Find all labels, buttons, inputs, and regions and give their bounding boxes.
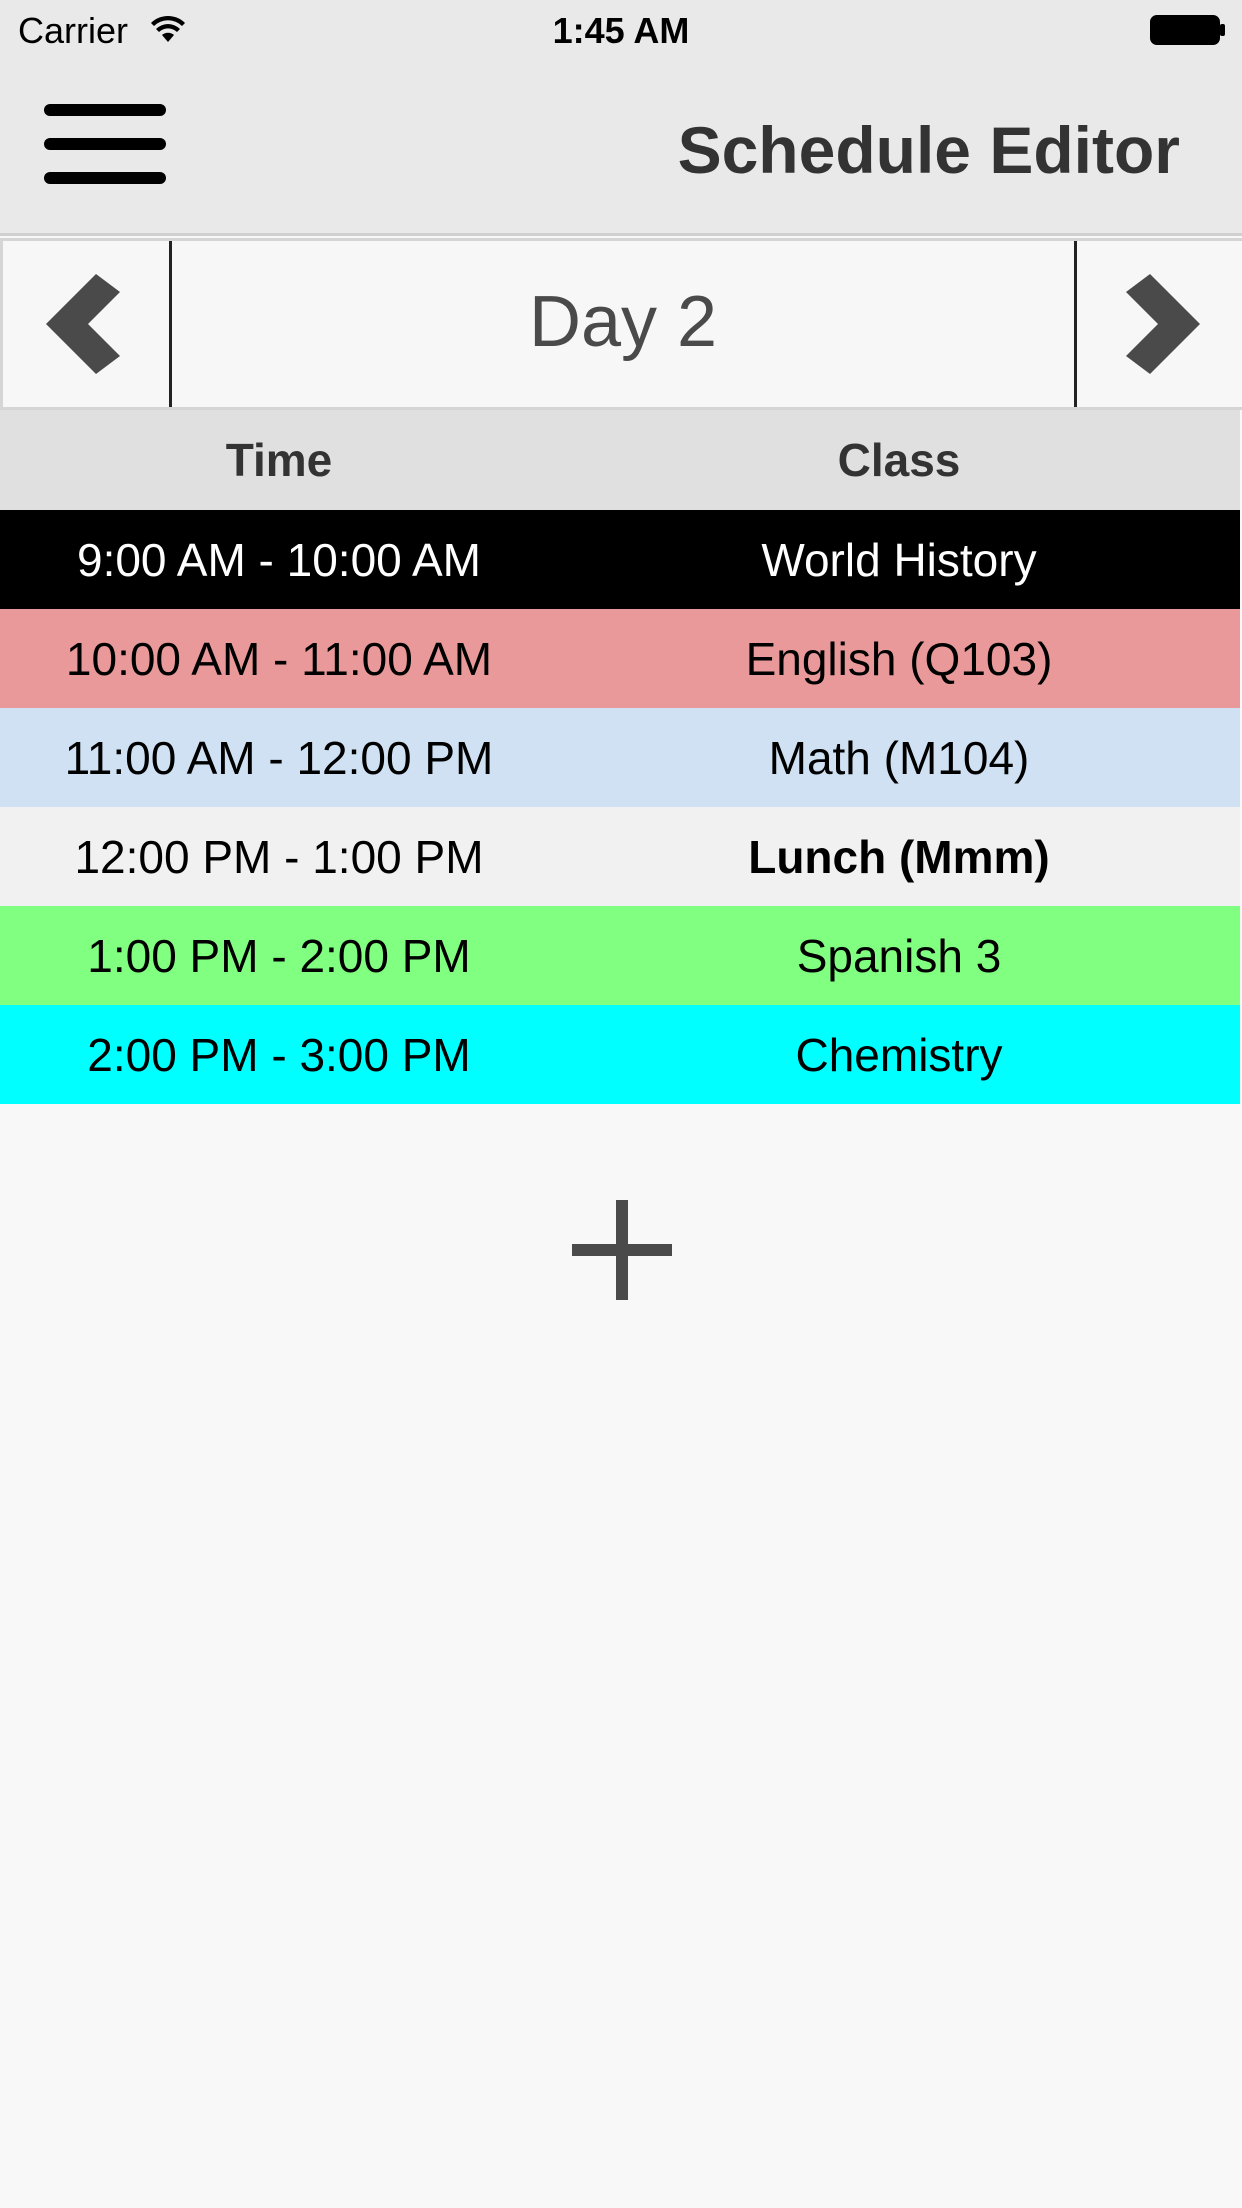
chevron-right-icon: [1125, 274, 1200, 374]
next-day-button[interactable]: [1074, 241, 1242, 407]
time-cell: 10:00 AM - 11:00 AM: [65, 632, 493, 685]
table-row[interactable]: 11:00 AM - 12:00 PM Math (M104): [0, 708, 1240, 807]
class-cell: English (Q103): [745, 632, 1053, 685]
plus-icon: [572, 1200, 672, 1300]
previous-day-button[interactable]: [0, 241, 172, 407]
table-row[interactable]: 12:00 PM - 1:00 PM Lunch (Mmm): [0, 807, 1240, 906]
table-row[interactable]: 2:00 PM - 3:00 PM Chemistry: [0, 1005, 1240, 1104]
class-cell: Spanish 3: [796, 929, 1002, 982]
nav-bar: Schedule Editor: [0, 60, 1242, 236]
class-cell: Math (M104): [768, 731, 1030, 784]
chevron-left-icon: [46, 274, 120, 374]
day-navigator: Day 2: [0, 238, 1242, 410]
time-column-header: Time: [225, 434, 333, 486]
add-class-button[interactable]: [572, 1200, 672, 1300]
status-time: 1:45 AM: [552, 10, 690, 51]
day-label: Day 2: [528, 282, 718, 362]
table-header: Time Class: [0, 410, 1240, 510]
class-cell: World History: [761, 533, 1037, 586]
class-cell: Lunch (Mmm): [748, 830, 1050, 883]
page-title: Schedule Editor: [677, 113, 1180, 187]
hamburger-menu-icon[interactable]: [44, 104, 166, 184]
schedule-table: 9:00 AM - 10:00 AM World History 10:00 A…: [0, 510, 1240, 1104]
battery-icon: [1150, 15, 1225, 45]
time-cell: 1:00 PM - 2:00 PM: [87, 929, 471, 982]
time-cell: 2:00 PM - 3:00 PM: [87, 1028, 471, 1081]
class-column-header: Class: [837, 434, 961, 486]
table-row[interactable]: 10:00 AM - 11:00 AM English (Q103): [0, 609, 1240, 708]
class-cell: Chemistry: [795, 1028, 1003, 1081]
time-cell: 11:00 AM - 12:00 PM: [64, 731, 494, 784]
table-row[interactable]: 1:00 PM - 2:00 PM Spanish 3: [0, 906, 1240, 1005]
table-row[interactable]: 9:00 AM - 10:00 AM World History: [0, 510, 1240, 609]
time-cell: 12:00 PM - 1:00 PM: [74, 830, 484, 883]
time-cell: 9:00 AM - 10:00 AM: [76, 533, 481, 586]
status-bar: Carrier 1:45 AM: [0, 0, 1242, 60]
